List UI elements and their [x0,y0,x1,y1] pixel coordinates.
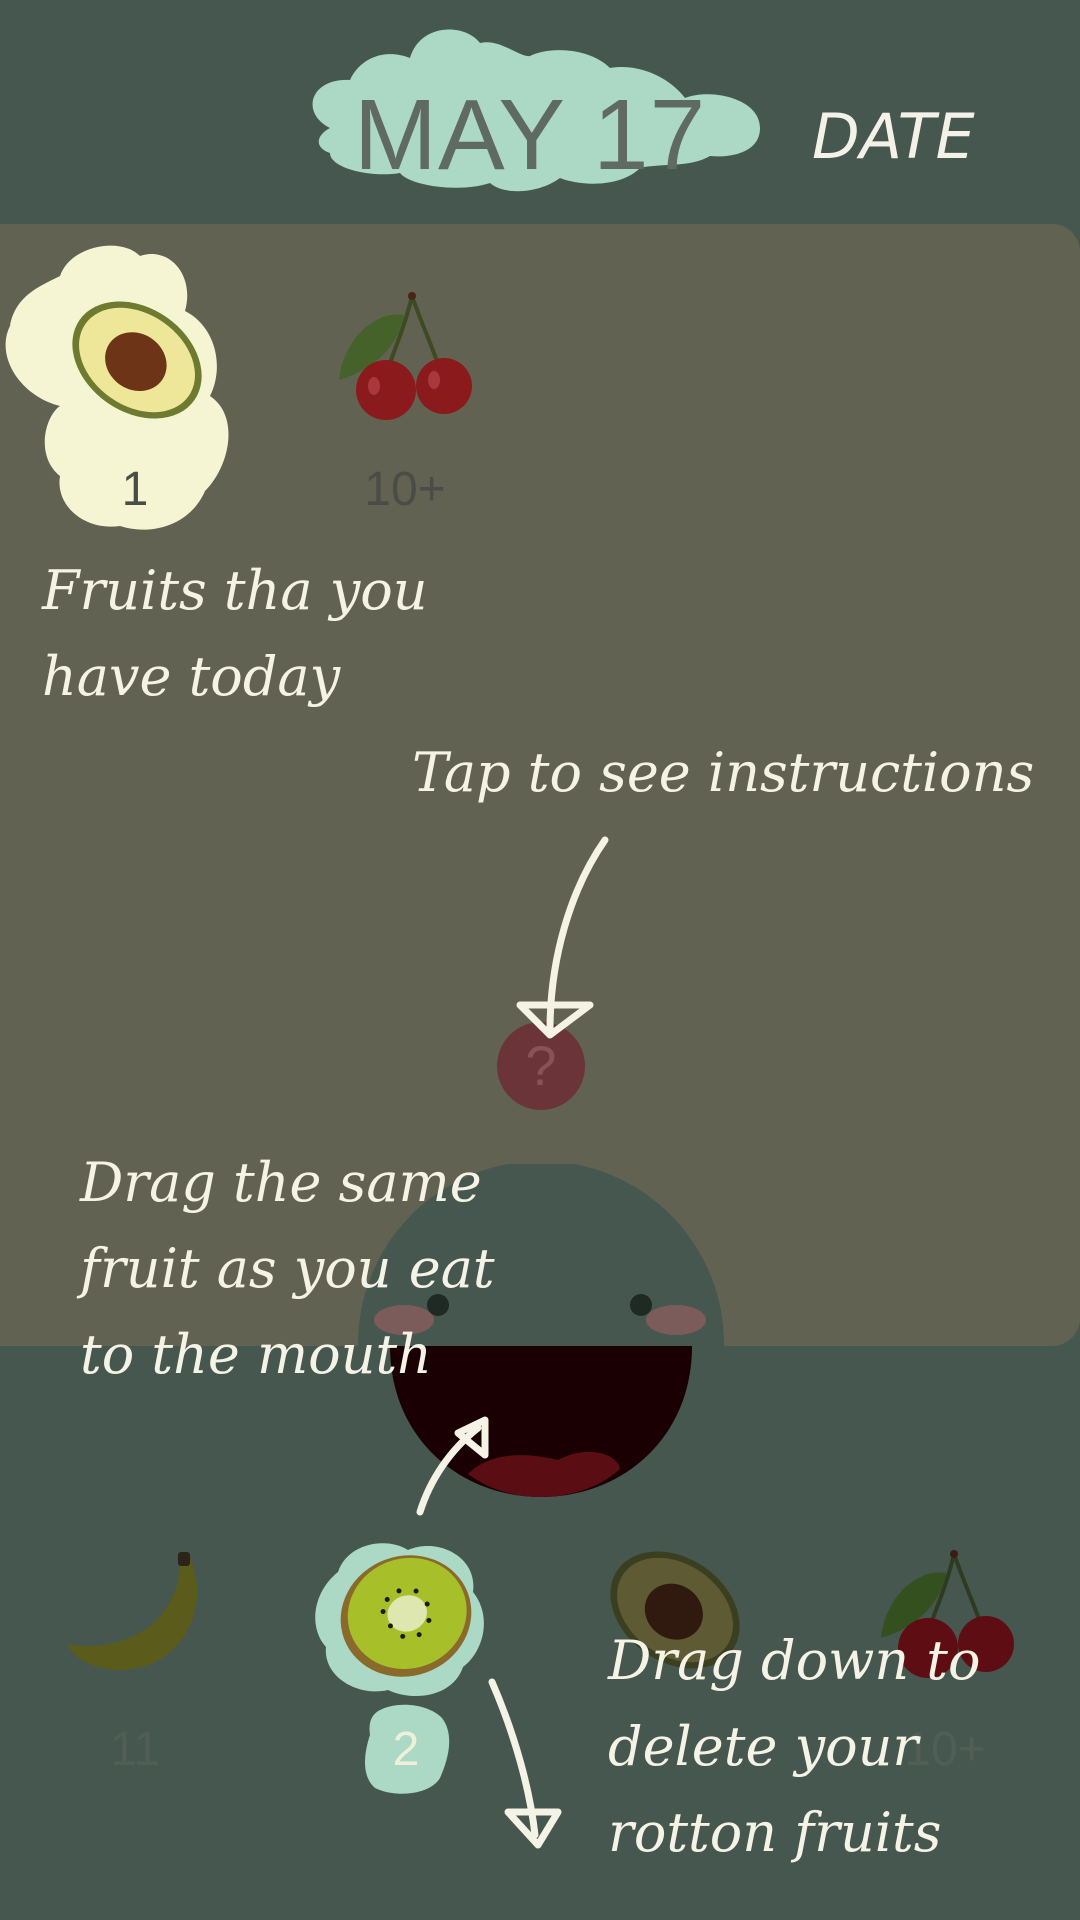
hint-line: rotton fruits [608,1801,942,1864]
arrow-down [488,1678,539,1839]
tap-instructions-hint: Tap to see instructions [412,741,1035,804]
hint-line: fruit as you eat [80,1237,495,1300]
date-label: DATE [812,100,975,173]
help-button[interactable]: ? [497,1022,585,1110]
fruits-today-hint: Fruits tha you have today [42,548,428,720]
current-date[interactable]: MAY 17 [290,78,770,193]
hint-line: to the mouth [80,1323,432,1386]
hint-line: have today [42,645,341,708]
drag-to-mouth-hint: Drag the same fruit as you eat to the mo… [80,1140,495,1398]
fruit-count: 10+ [364,463,446,516]
fruit-count: 2 [392,1723,420,1776]
drag-delete-hint: Drag down to delete your rotton fruits [608,1618,981,1876]
hint-line: Drag the same [80,1151,482,1214]
fruit-count: 1 [121,463,149,516]
hint-line: delete your [608,1715,919,1778]
arrowhead [504,1808,562,1849]
avocado-icon[interactable] [62,290,212,430]
hint-line: Fruits tha you [42,559,428,622]
fruit-count: 11 [110,1723,160,1776]
hint-line: Drag down to [608,1629,981,1692]
cherry-icon[interactable] [334,290,484,430]
banana-icon[interactable] [62,1548,212,1678]
kiwi-icon[interactable] [336,1548,476,1683]
